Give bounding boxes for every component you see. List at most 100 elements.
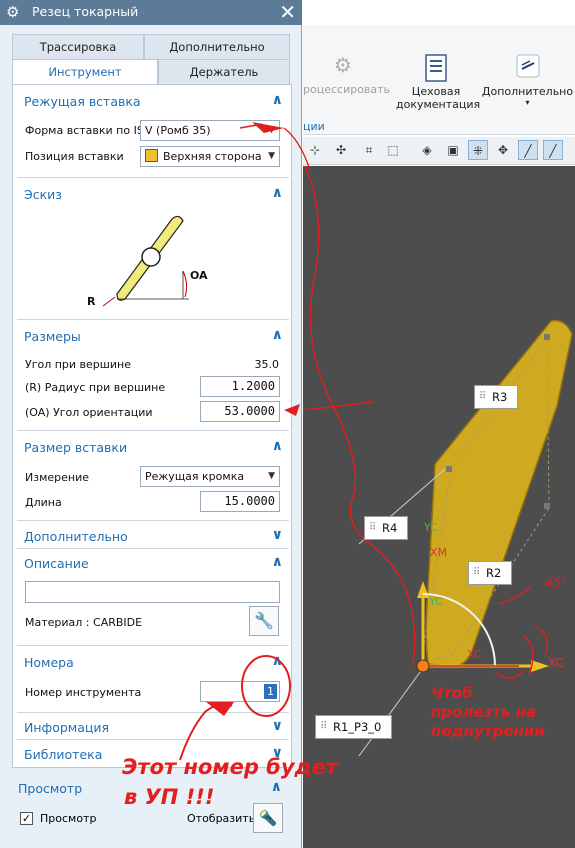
close-icon[interactable]: ✕ — [279, 1, 296, 23]
insert-shape-select[interactable]: V (Ромб 35) ▼ — [140, 120, 280, 141]
tabs-row-1: Трассировка Дополнительно — [12, 34, 290, 60]
tip-radius-label: (R) Радиус при вершине — [25, 381, 166, 394]
chevron-up-icon: ∧ — [271, 438, 283, 454]
section-preview-title: Просмотр — [18, 781, 83, 796]
line-icon[interactable]: ╱ — [518, 140, 538, 160]
axis-xc2-label: XC — [548, 656, 564, 670]
chevron-down-icon: ▼ — [268, 471, 275, 481]
section-sketch-title: Эскиз — [24, 187, 62, 202]
undercut-note-line-3: поднутрении — [431, 722, 545, 740]
dialog-titlebar[interactable]: ⚙ Резец токарный ✕ — [0, 0, 302, 25]
section-dims-header[interactable]: Размеры ∧ — [13, 325, 293, 349]
postprocess-button[interactable]: ⚙ роцессировать — [303, 53, 391, 96]
section-insert-size-title: Размер вставки — [24, 440, 128, 455]
material-label: Материал : CARBIDE — [25, 616, 143, 629]
preview-checkbox[interactable]: ✓ — [20, 812, 33, 825]
ribbon-group-label: ции — [303, 120, 325, 133]
screen: ⚙ роцессировать Цеховая документация Доп… — [0, 0, 575, 848]
section-library-title: Библиотека — [24, 747, 103, 762]
divider — [17, 645, 289, 646]
insert-position-icon — [145, 149, 158, 162]
sketch-oa-label: OA — [190, 269, 208, 282]
tab-holder[interactable]: Держатель — [158, 59, 290, 85]
tip-radius-input[interactable]: 1.2000 — [200, 376, 280, 397]
wrench-icon: 🔧 — [254, 611, 274, 630]
chevron-up-icon: ∧ — [271, 653, 283, 669]
insert-position-value: Верхняя сторона — [163, 150, 262, 163]
section-description-title: Описание — [24, 556, 89, 571]
insert-shape-value: V (Ромб 35) — [145, 124, 211, 137]
undercut-note-line-1: Чтоб — [431, 684, 473, 702]
insert-position-select[interactable]: Верхняя сторона ▼ — [140, 146, 280, 167]
measure-value: Режущая кромка — [145, 470, 245, 483]
gear-icon: ⚙ — [6, 3, 20, 21]
insert-sketch-image — [102, 215, 189, 307]
nc-program-note: Этот номер будет в УП !!! — [122, 752, 338, 812]
snap-icon[interactable]: ⊹ — [305, 140, 325, 160]
chevron-up-icon: ∧ — [271, 554, 283, 570]
snap-points-icon[interactable]: ⁜ — [468, 140, 488, 160]
divider — [17, 430, 289, 431]
tab-additional[interactable]: Дополнительно — [144, 34, 290, 60]
tip-angle-value: 35.0 — [254, 358, 280, 371]
preview-checkbox-label: Просмотр — [40, 812, 97, 825]
shop-documentation-button[interactable]: Цеховая документация — [396, 53, 480, 111]
box-select-icon[interactable]: ⬚ — [383, 140, 403, 160]
section-info-header[interactable]: Информация ∨ — [13, 716, 293, 740]
cube-icon[interactable]: ▣ — [443, 140, 463, 160]
section-description-header[interactable]: Описание ∧ — [13, 552, 293, 576]
chevron-down-icon: ∨ — [271, 527, 283, 543]
undercut-note: Чтоб пролезть на поднутрении — [431, 684, 545, 741]
more-button[interactable]: Дополнительно ▾ — [480, 53, 575, 107]
undercut-note-line-2: пролезть на — [431, 703, 537, 721]
section-numbers-header[interactable]: Номера ∧ — [13, 651, 293, 675]
description-input[interactable] — [25, 581, 280, 603]
more-icon — [480, 53, 575, 85]
move-icon[interactable]: ✥ — [493, 140, 513, 160]
graphics-viewport[interactable]: R3 R4 R2 R1_P3_0 YC XM YC XC XC 45° Чтоб… — [303, 166, 575, 848]
length-label: Длина — [25, 496, 62, 509]
section-info-title: Информация — [24, 720, 110, 735]
divider — [17, 520, 289, 521]
tag-r2[interactable]: R2 — [468, 561, 513, 585]
postprocess-icon: ⚙ — [334, 53, 352, 77]
shop-doc-label-1: Цеховая — [411, 85, 461, 98]
tag-r1-p3-0[interactable]: R1_P3_0 — [315, 715, 393, 739]
insert-shape-label: Форма вставки по IS — [25, 124, 144, 137]
tool-number-input[interactable]: 1 — [200, 681, 280, 702]
tag-r4[interactable]: R4 — [364, 516, 409, 540]
more-label: Дополнительно — [481, 85, 574, 98]
tag-r3[interactable]: R3 — [474, 385, 519, 409]
section-insert-header[interactable]: Режущая вставка ∧ — [13, 90, 293, 114]
orientation-angle-input[interactable]: 53.0000 — [200, 401, 280, 422]
insert-3d-view — [303, 166, 573, 757]
divider — [17, 177, 289, 178]
chevron-up-icon: ∧ — [271, 185, 283, 201]
length-input[interactable]: 15.0000 — [200, 491, 280, 512]
measure-select[interactable]: Режущая кромка ▼ — [140, 466, 280, 487]
tab-tracing[interactable]: Трассировка — [12, 34, 144, 60]
divider — [17, 739, 289, 740]
divider — [17, 319, 289, 320]
section-insert-size-header[interactable]: Размер вставки ∧ — [13, 436, 293, 460]
section-sketch-header[interactable]: Эскиз ∧ — [13, 183, 293, 207]
tab-tool[interactable]: Инструмент — [12, 59, 158, 85]
section-extra-header[interactable]: Дополнительно ∨ — [13, 525, 293, 549]
section-extra-title: Дополнительно — [24, 529, 128, 544]
axis-xc-label: XC — [467, 648, 482, 661]
chevron-up-icon: ∧ — [271, 327, 283, 343]
divider — [17, 712, 289, 713]
more-chevron-icon: ▾ — [525, 98, 530, 107]
render-style-icon[interactable]: ◈ — [417, 140, 437, 160]
select-filter-icon[interactable]: ⌗ — [359, 140, 379, 160]
line-tool-icon[interactable]: ╱ — [543, 140, 563, 160]
view-toolbar: ⊹ ✣ ⌗ ⬚ ◈ ▣ ⁜ ✥ ╱ ╱ — [303, 137, 575, 165]
tip-angle-label: Угол при вершине — [25, 358, 131, 371]
postprocess-label: роцессировать — [303, 83, 391, 96]
axis-yc-label: YC — [424, 521, 438, 534]
chevron-down-icon: ∨ — [271, 718, 283, 734]
nc-program-note-line-1: Этот номер будет — [122, 755, 338, 779]
material-wrench-button[interactable]: 🔧 — [249, 606, 279, 636]
insert-position-label: Позиция вставки — [25, 150, 124, 163]
transform-icon[interactable]: ✣ — [331, 140, 351, 160]
